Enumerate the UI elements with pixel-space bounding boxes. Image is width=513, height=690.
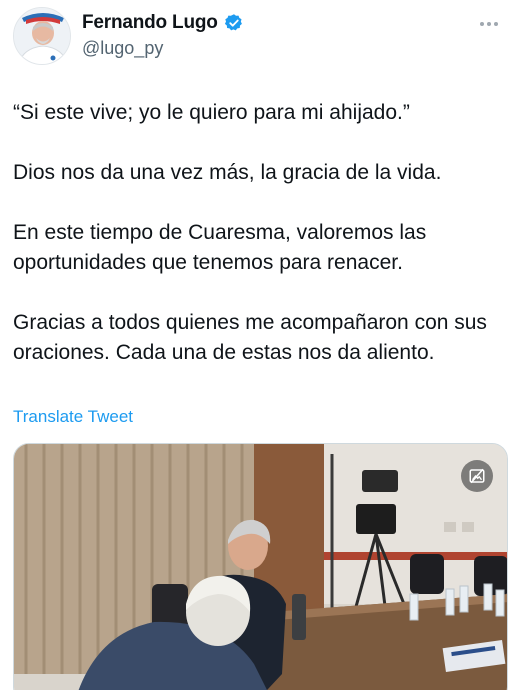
tweet-paragraph: Dios nos da una vez más, la gracia de la… [13,161,442,184]
author-avatar[interactable] [13,7,71,65]
tweet-paragraph: “Si este vive; yo le quiero para mi ahij… [13,101,410,124]
author-display-name[interactable]: Fernando Lugo [82,12,218,34]
more-horizontal-icon[interactable] [477,14,501,34]
tweet-paragraph: Gracias a todos quienes me acompañaron c… [13,311,487,364]
tweet-text: “Si este vive; yo le quiero para mi ahij… [13,98,503,368]
translate-tweet-link[interactable]: Translate Tweet [13,407,133,427]
author-name-row: Fernando Lugo [82,12,244,34]
verified-badge-icon [224,13,244,33]
tweet-header: Fernando Lugo @lugo_py [0,0,513,78]
author-handle[interactable]: @lugo_py [82,38,163,59]
no-image-icon[interactable] [461,460,493,492]
tweet-paragraph: En este tiempo de Cuaresma, valoremos la… [13,221,427,274]
tweet-photo[interactable] [13,443,508,690]
avatar-image [14,8,70,64]
photo-image [14,444,507,690]
